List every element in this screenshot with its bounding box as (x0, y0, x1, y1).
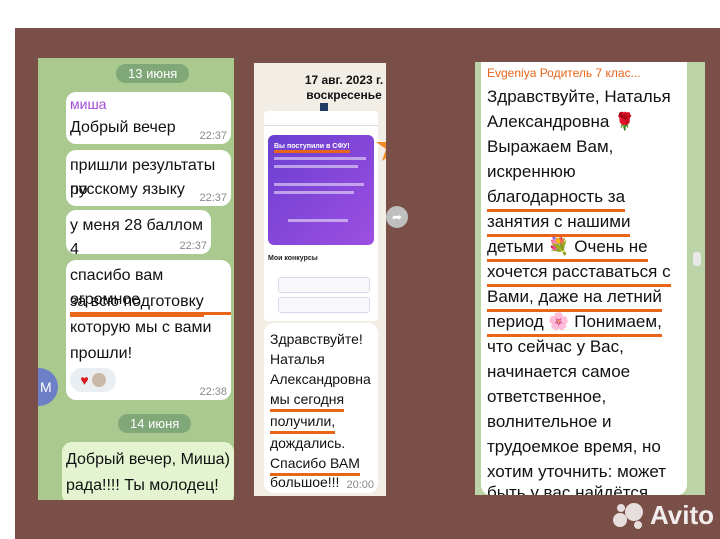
message-line: детьми 💐 Очень не (487, 234, 648, 262)
banner-line (274, 183, 364, 186)
banner-line (288, 219, 348, 222)
message-line: Александровна 🌹 (487, 112, 636, 131)
message-line: быть у вас найдётся (487, 483, 649, 495)
message-line: волнительное и (487, 412, 612, 431)
message-time: 22:37 (179, 240, 207, 252)
sender-name: миша (70, 96, 107, 112)
contest-row[interactable] (278, 277, 370, 293)
message-line: дождались. (270, 435, 346, 451)
mini-header (264, 111, 378, 126)
date-pill-1: 13 июня (116, 64, 190, 83)
message-bubble-2: пришли результаты по русскому языку 22:3… (66, 150, 231, 206)
message-line: Здравствуйте! (270, 331, 363, 347)
message-bubble-4: спасибо вам огромное за всю подготовку к… (66, 260, 231, 400)
message-text: русскому языку (70, 181, 185, 198)
message-line: что сейчас у Вас, (487, 337, 624, 356)
message-time: 22:37 (199, 192, 227, 204)
message-line: Александровна (270, 371, 371, 387)
promo-banner: Вы поступили в СФУ! (268, 135, 374, 245)
avito-logo-icon (612, 502, 643, 529)
message-time: 22:38 (199, 386, 227, 398)
message-line: искреннюю (487, 162, 576, 181)
date-line: 17 авг. 2023 г. (304, 73, 384, 87)
reply-bubble: Добрый вечер, Миша) Я т рада!!!! Ты моло… (62, 442, 234, 500)
chat-screenshot-3: Evgeniya Родитель 7 клас... Здравствуйте… (475, 62, 705, 495)
star-icon (376, 142, 386, 161)
banner-line (274, 165, 358, 168)
message-time: 22:37 (199, 130, 227, 142)
message-bubble-3: у меня 28 баллом 4 22:37 (66, 210, 211, 265)
message-line: большое!!! (270, 474, 340, 490)
banner-line (274, 191, 354, 194)
message-text: Добрый вечер, Миша) Я т (66, 451, 234, 468)
message-line: трудоемкое время, но (487, 437, 661, 456)
reactions[interactable]: ♥ (70, 368, 116, 392)
message-bubble: Evgeniya Родитель 7 клас... Здравствуйте… (481, 62, 687, 495)
message-line: хочется расставаться с (487, 259, 671, 287)
message-line: период 🌸 Понимаем, (487, 309, 662, 337)
message-bubble: Здравствуйте! Наталья Александровна мы с… (264, 323, 378, 493)
watermark-text: Avito (649, 500, 714, 530)
message-line: Выражаем Вам, (487, 137, 614, 156)
contest-row[interactable] (278, 297, 370, 313)
message-text: Добрый вечер (70, 119, 176, 136)
message-bubble-1: миша Добрый вечер 22:37 (66, 92, 231, 144)
scroll-handle[interactable] (693, 252, 701, 266)
message-line: ответственное, (487, 387, 607, 406)
message-text: за всю подготовку (70, 290, 204, 317)
message-text: которую мы с вами (70, 319, 212, 336)
date-pill-2: 14 июня (118, 414, 192, 433)
message-line: получили, (270, 411, 336, 434)
message-line: мы сегодня (270, 389, 345, 412)
chat-screenshot-2: 17 авг. 2023 г. воскресенье Вы поступили… (254, 63, 386, 496)
message-line: занятия с нашими (487, 209, 631, 237)
embedded-screenshot: Вы поступили в СФУ! Мои конкурсы (264, 111, 378, 321)
forward-icon[interactable]: ➦ (386, 206, 408, 228)
reactor-avatar (91, 373, 106, 387)
date-label: 17 авг. 2023 г. воскресенье (302, 73, 386, 103)
chat-screenshot-1: 13 июня миша Добрый вечер 22:37 пришли р… (38, 58, 234, 500)
message-text: прошли! (70, 345, 133, 362)
message-line: Наталья (270, 351, 325, 367)
avatar[interactable]: M (38, 368, 58, 406)
message-line: благодарность за (487, 184, 626, 212)
message-line: начинается самое (487, 362, 631, 381)
banner-title: Вы поступили в СФУ! (274, 143, 350, 153)
message-time: 20:00 (346, 479, 374, 491)
banner-line (274, 157, 366, 160)
day-line: воскресенье (306, 88, 382, 102)
watermark: Avito (612, 500, 714, 531)
message-text: рада!!!! Ты молодец! (66, 477, 219, 494)
section-title: Мои конкурсы (268, 255, 318, 262)
sender-name: Evgeniya Родитель 7 клас... (487, 66, 641, 80)
message-line: Вами, даже на летний (487, 284, 662, 312)
heart-icon: ♥ (80, 372, 89, 388)
message-line: Здравствуйте, Наталья (487, 87, 671, 106)
